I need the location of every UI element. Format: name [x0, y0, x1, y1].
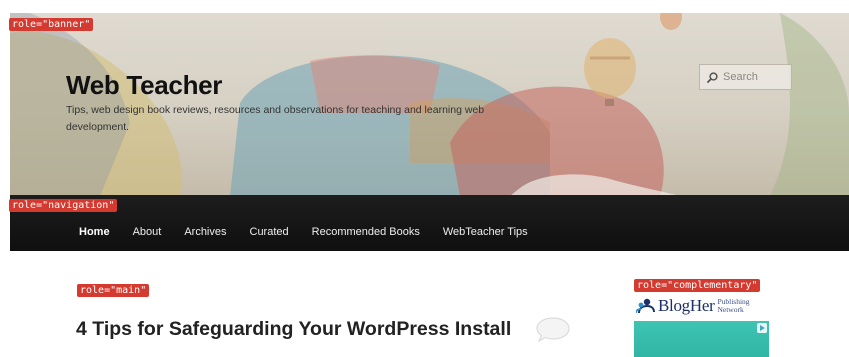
nav-item-webteacher-tips[interactable]: WebTeacher Tips [443, 226, 528, 238]
blogher-logo[interactable]: BlogHer Publishing Network [636, 296, 750, 316]
site-title[interactable]: Web Teacher [66, 70, 222, 101]
nav-item-about[interactable]: About [133, 226, 162, 238]
annotation-banner: role="banner" [9, 18, 94, 31]
site-description: Tips, web design book reviews, resources… [66, 104, 485, 133]
annotation-main: role="main" [77, 284, 150, 297]
blogher-people-icon [636, 298, 655, 314]
post-title[interactable]: 4 Tips for Safeguarding Your WordPress I… [76, 316, 516, 342]
blogher-subtitle-line-2: Network [717, 305, 744, 314]
blogher-brand-name: BlogHer [658, 296, 715, 315]
nav-item-curated[interactable]: Curated [250, 226, 289, 238]
nav-item-recommended-books[interactable]: Recommended Books [312, 226, 420, 238]
annotation-complementary: role="complementary" [634, 279, 761, 292]
search-input[interactable] [723, 71, 791, 83]
ad-choices-icon[interactable] [757, 323, 767, 333]
nav-item-home[interactable]: Home [79, 226, 110, 238]
speech-bubble-icon[interactable] [535, 316, 571, 344]
main-navigation: Home About Archives Curated Recommended … [10, 195, 849, 251]
annotation-navigation: role="navigation" [9, 199, 118, 212]
nav-item-archives[interactable]: Archives [184, 226, 226, 238]
magnifier-icon [707, 71, 718, 83]
blogher-subtitle: Publishing Network [717, 298, 749, 314]
nav-menu: Home About Archives Curated Recommended … [79, 226, 551, 238]
search-box[interactable] [699, 64, 792, 90]
sidebar-advertisement[interactable] [634, 321, 769, 357]
